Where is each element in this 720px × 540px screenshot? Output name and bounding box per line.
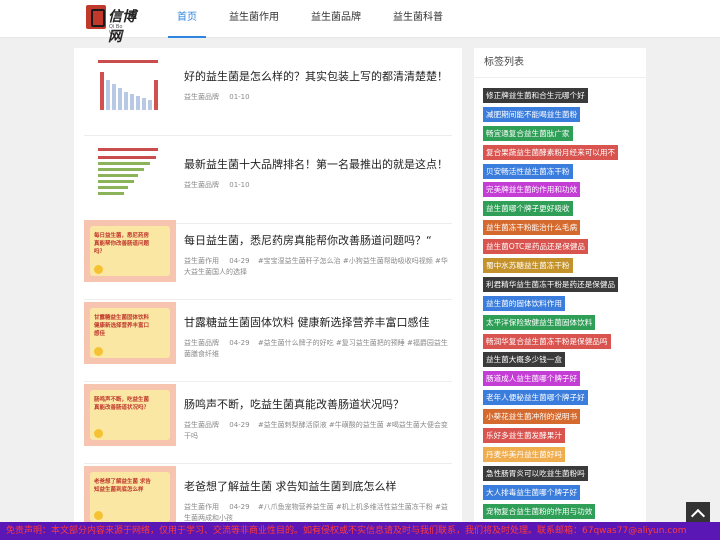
sidebar-tag[interactable]: 复合果蔬益生菌酵素粉月经来可以用不 [483,144,619,160]
nav-probiotic-effects[interactable]: 益生菌作用 [220,0,288,38]
sidebar-tag[interactable]: 减肥期间能不能喝益生菌粉 [483,106,581,122]
post-thumbnail[interactable]: 每日益生菌，悉尼药房真能帮你改善肠道问题吗？ [84,220,176,282]
post-date: 04-29 [229,503,250,511]
sidebar-tag[interactable]: 益生菌哪个牌子更好吸收 [483,201,573,217]
sidebar-tag[interactable]: 宠物复合益生菌粉的作用与功效 [483,503,596,519]
sidebar-tag[interactable]: 急性肠胃炎可以吃益生菌粉吗 [483,465,588,481]
post-tags[interactable]: #八爪鱼宠物营养益生菌 #机上机多维活性益生菌冻干粉 #益生菌两成和小孩 [184,503,448,522]
main-nav: 首页 益生菌作用 益生菌品牌 益生菌科普 [168,0,466,38]
nav-probiotic-science[interactable]: 益生菌科普 [384,0,452,38]
sidebar-tag[interactable]: 丹麦华美丹益生菌好吗 [483,446,565,462]
post-tags[interactable]: #宝宝湿益生菌秆子怎么治 #小狗益生菌帮助吸收吗视频 #华大益生菌国人的选择 [184,257,448,276]
sidebar-tag[interactable]: 益生菌的固体饮料作用 [483,295,565,311]
post-title[interactable]: 老爸想了解益生菌 求告知益生菌到底怎么样 [184,478,452,494]
sidebar-tag[interactable]: 畅宜通复合益生菌肽广家 [483,125,573,141]
post-item[interactable]: 肠鸣声不断，吃益生菌真能改善肠道状况吗？ 肠鸣声不断，吃益生菌真能改善肠道状况吗… [84,376,452,464]
post-category[interactable]: 益生菌作用 [184,257,219,265]
smile-icon [94,265,103,274]
sidebar-tag[interactable]: 肠道成人益生菌哪个牌子好 [483,371,581,387]
post-thumbnail[interactable]: 肠鸣声不断，吃益生菌真能改善肠道状况吗？ [84,384,176,446]
nav-home[interactable]: 首页 [168,0,206,38]
post-meta: 益生菌品牌 01-10 [184,92,452,103]
post-category[interactable]: 益生菌品牌 [184,421,219,429]
post-title[interactable]: 每日益生菌，悉尼药房真能帮你改善肠道问题吗？“ [184,232,452,248]
post-date: 04-29 [229,339,250,347]
smile-icon [94,511,103,520]
sidebar-tag[interactable]: 利君精华益生菌冻干粉是药还是保健品 [483,276,619,292]
sidebar-tag[interactable]: 益生菌冻干粉能治什么毛病 [483,220,581,236]
post-category[interactable]: 益生菌品牌 [184,339,219,347]
top-navbar: 信博网 Qi Bo Wang 首页 益生菌作用 益生菌品牌 益生菌科普 [0,0,720,45]
post-date: 01-10 [229,93,250,101]
post-meta: 益生菌作用 04-29 #八爪鱼宠物营养益生菌 #机上机多维活性益生菌冻干粉 #… [184,502,452,524]
post-title[interactable]: 好的益生菌是怎么样的？其实包装上写的都清清楚楚！ [184,68,452,84]
sidebar-tag[interactable]: 益生菌大概多少钱一盒 [483,352,565,368]
post-item[interactable]: 每日益生菌，悉尼药房真能帮你改善肠道问题吗？ 每日益生菌，悉尼药房真能帮你改善肠… [84,212,452,300]
sidebar-tag[interactable]: 修正牌益生菌和合生元哪个好 [483,88,588,103]
post-thumbnail[interactable] [84,56,176,118]
post-category[interactable]: 益生菌品牌 [184,181,219,189]
post-thumbnail[interactable]: 老爸想了解益生菌 求告知益生菌到底怎么样 [84,466,176,528]
post-item[interactable]: 好的益生菌是怎么样的？其实包装上写的都清清楚楚！ 益生菌品牌 01-10 [84,48,452,136]
post-thumbnail[interactable]: 甘露糖益生菌固体饮料 健康新选择营养丰富口感佳 [84,302,176,364]
post-tags[interactable]: #益生菌什么牌子的好吃 #复习益生菌把的预睡 #福爵园益生菌膳食纤维 [184,339,448,358]
sidebar-tag[interactable]: 乐好多益生菌发酵果汁 [483,428,565,444]
site-logo[interactable]: 信博网 Qi Bo Wang [86,5,136,45]
post-meta: 益生菌作用 04-29 #宝宝湿益生菌秆子怎么治 #小狗益生菌帮助吸收吗视频 #… [184,256,452,278]
sidebar-tag[interactable]: 完美牌益生菌的作用和功效 [483,182,581,198]
post-tags[interactable]: #益生菌刺梨酵活原液 #牛磺酸的益生菌 #喝益生菌大便会变干吗 [184,421,448,440]
sidebar-tag[interactable]: 畅润华复合益生菌冻干粉是保健品吗 [483,333,611,349]
sidebar-tag[interactable]: 益生菌OTC是药品还是保健品 [483,239,589,255]
thumbnail-text: 每日益生菌，悉尼药房真能帮你改善肠道问题吗？ [94,233,150,255]
logo-mark-icon [86,5,106,29]
disclaimer-banner: 免责声明：本文部分内容来源于网络，仅用于学习、交流等非商业性目的。如有侵权或不实… [0,522,720,540]
post-meta: 益生菌品牌 01-10 [184,180,452,191]
sidebar-tag[interactable]: 太平洋保险致健益生菌固体饮料 [483,314,596,330]
sidebar-tag[interactable]: 贝安畅活性益生菌冻干粉 [483,163,573,179]
post-category[interactable]: 益生菌作用 [184,503,219,511]
post-date: 04-29 [229,421,250,429]
sidebar-tag[interactable]: 大人排毒益生菌哪个牌子好 [483,484,581,500]
sidebar-title: 标签列表 [474,48,646,78]
thumbnail-text: 肠鸣声不断，吃益生菌真能改善肠道状况吗？ [94,397,150,411]
tag-cloud: 修正牌益生菌和合生元哪个好 减肥期间能不能喝益生菌粉 畅宜通复合益生菌肽广家复合果蔬… [483,88,643,540]
post-meta: 益生菌品牌 04-29 #益生菌刺梨酵活原液 #牛磺酸的益生菌 #喝益生菌大便会… [184,420,452,442]
post-meta: 益生菌品牌 04-29 #益生菌什么牌子的好吃 #复习益生菌把的预睡 #福爵园益… [184,338,452,360]
sidebar-tag[interactable]: 小葵花益生菌冲剂的说明书 [483,409,581,425]
smile-icon [94,429,103,438]
sidebar-tag[interactable]: 蜀中水苏糖益生菌冻干粉 [483,258,573,274]
post-list: 好的益生菌是怎么样的？其实包装上写的都清清楚楚！ 益生菌品牌 01-10 最新益… [74,48,462,540]
post-category[interactable]: 益生菌品牌 [184,93,219,101]
nav-probiotic-brands[interactable]: 益生菌品牌 [302,0,370,38]
smile-icon [94,347,103,356]
post-item[interactable]: 甘露糖益生菌固体饮料 健康新选择营养丰富口感佳 甘露糖益生菌固体饮料 健康新选择… [84,294,452,382]
post-thumbnail[interactable] [84,144,176,206]
sidebar-tag-list: 标签列表 修正牌益生菌和合生元哪个好 减肥期间能不能喝益生菌粉 畅宜通复合益生菌肽广… [474,48,646,540]
sidebar-tag[interactable]: 老年人便秘益生菌哪个牌子好 [483,390,588,406]
thumbnail-text: 老爸想了解益生菌 求告知益生菌到底怎么样 [94,479,151,493]
thumbnail-text: 甘露糖益生菌固体饮料 健康新选择营养丰富口感佳 [94,315,150,337]
post-title[interactable]: 最新益生菌十大品牌排名！第一名最推出的就是这点！ [184,156,452,172]
post-date: 04-29 [229,257,250,265]
post-item[interactable]: 最新益生菌十大品牌排名！第一名最推出的就是这点！ 益生菌品牌 01-10 [84,136,452,224]
post-title[interactable]: 肠鸣声不断，吃益生菌真能改善肠道状况吗？ [184,396,452,412]
post-date: 01-10 [229,181,250,189]
logo-subtitle: Qi Bo Wang [109,24,124,36]
post-title[interactable]: 甘露糖益生菌固体饮料 健康新选择营养丰富口感佳 [184,314,452,330]
